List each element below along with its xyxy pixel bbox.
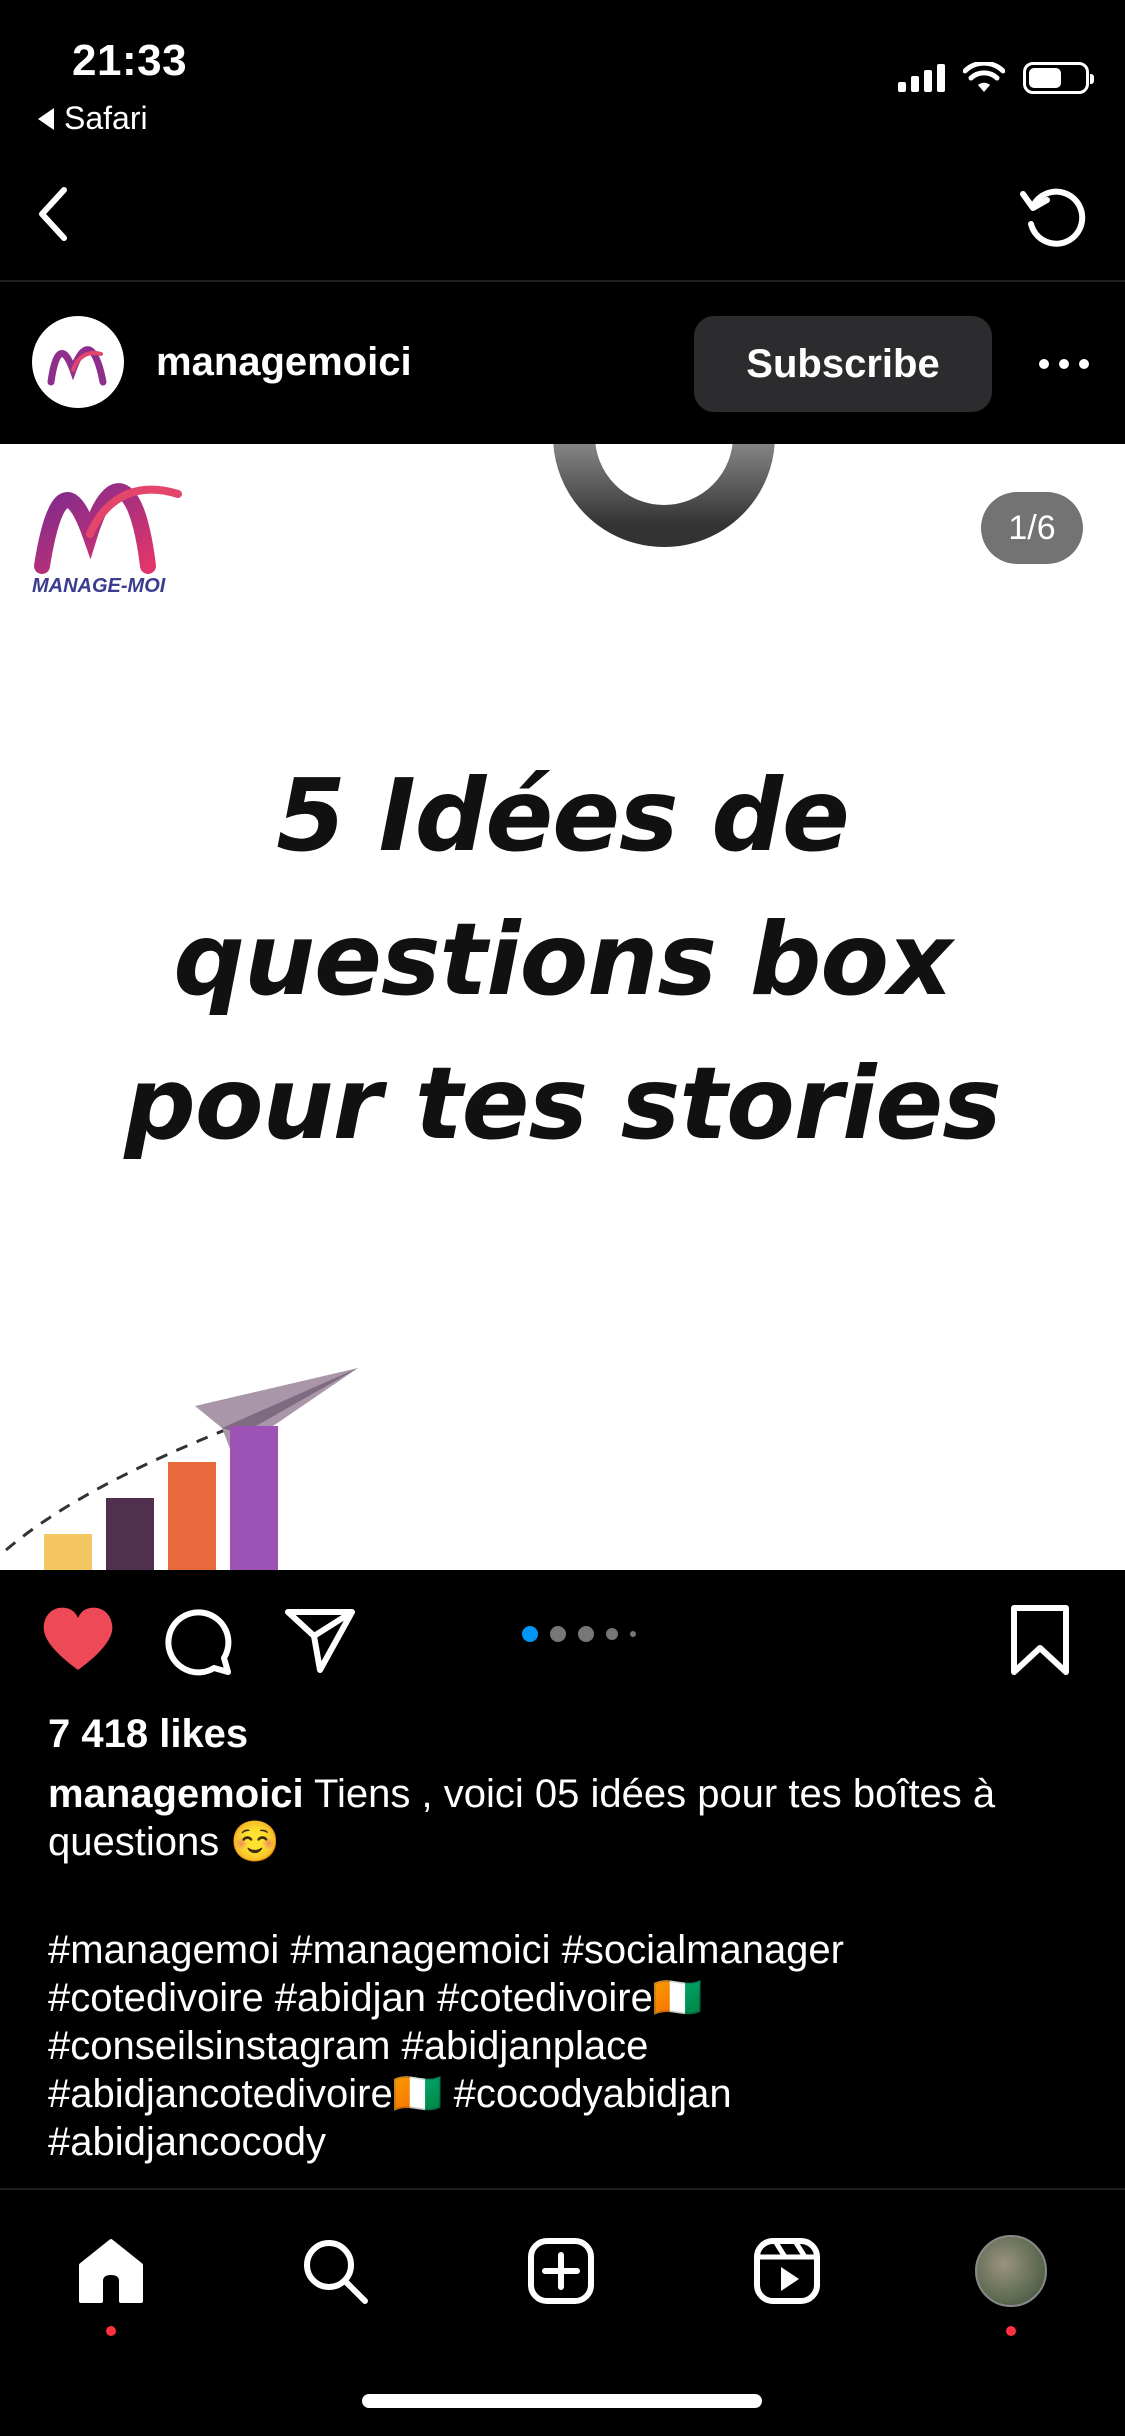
reels-icon (754, 2238, 820, 2304)
back-triangle-icon (38, 107, 54, 130)
account-avatar[interactable] (32, 316, 124, 408)
bookmark-icon[interactable] (1000, 1600, 1080, 1680)
chevron-left-icon[interactable] (20, 178, 92, 250)
growth-chart-illustration (5, 1368, 358, 1570)
carousel-dot (606, 1628, 618, 1640)
headline-line-2: questions box (173, 901, 952, 1018)
illustration-bar (230, 1426, 278, 1570)
headline-line-3: pour tes stories (124, 1045, 1002, 1162)
likes-count[interactable]: 7 418 likes (48, 1712, 248, 1757)
create-post-icon (528, 2238, 594, 2304)
back-app-label: Safari (64, 100, 148, 136)
illustration-bar (106, 1498, 154, 1570)
post-username[interactable]: managemoici (156, 340, 412, 385)
navigation-bar (0, 150, 1125, 282)
headline-line-1: 5 Idées de (276, 757, 850, 874)
carousel-dot (630, 1631, 636, 1637)
caption-username[interactable]: managemoici (48, 1772, 304, 1816)
manage-moi-logo-large: MANAGE-MOI (28, 462, 188, 622)
home-notification-dot (106, 2326, 116, 2336)
wifi-icon (963, 62, 1005, 92)
home-icon (79, 2239, 143, 2303)
post-image[interactable]: MANAGE-MOI 1/6 5 Idées de questions box … (0, 444, 1125, 1570)
tab-create[interactable] (516, 2226, 606, 2316)
tab-home[interactable] (66, 2226, 156, 2336)
back-to-safari[interactable]: Safari (38, 100, 148, 137)
refresh-icon[interactable] (1015, 176, 1095, 256)
decorative-ring (553, 444, 775, 547)
home-indicator (362, 2394, 762, 2408)
carousel-counter: 1/6 (981, 492, 1083, 564)
tab-search[interactable] (290, 2226, 380, 2316)
share-paper-plane-icon[interactable] (280, 1600, 360, 1680)
battery-icon (1023, 62, 1094, 94)
heart-filled-icon[interactable] (38, 1600, 118, 1680)
carousel-dot (522, 1626, 538, 1642)
post-headline: 5 Idées de questions box pour tes storie… (0, 744, 1125, 1176)
status-icons (898, 62, 1094, 94)
carousel-indicator (522, 1626, 636, 1642)
status-bar: 21:33 Safari (0, 0, 1125, 150)
comment-icon[interactable] (158, 1600, 238, 1680)
profile-avatar (975, 2235, 1047, 2307)
status-time: 21:33 (72, 36, 188, 85)
subscribe-button[interactable]: Subscribe (694, 316, 992, 412)
carousel-dot (550, 1626, 566, 1642)
search-icon (304, 2240, 368, 2304)
carousel-dot (578, 1626, 594, 1642)
tab-profile[interactable] (966, 2226, 1056, 2336)
illustration-bar (168, 1462, 216, 1570)
cellular-signal-icon (898, 64, 945, 92)
manage-moi-logo (47, 346, 107, 386)
profile-notification-dot (1006, 2326, 1016, 2336)
post-hashtags[interactable]: #managemoi #managemoici #socialmanager #… (48, 1926, 1088, 2166)
illustration-bar (44, 1534, 92, 1570)
logo-text: MANAGE-MOI (32, 575, 166, 597)
post-header: managemoici Subscribe (0, 284, 1125, 444)
more-horizontal-icon[interactable] (1039, 344, 1089, 384)
post-caption: managemoici Tiens , voici 05 idées pour … (48, 1770, 1088, 1866)
tab-reels[interactable] (742, 2226, 832, 2316)
